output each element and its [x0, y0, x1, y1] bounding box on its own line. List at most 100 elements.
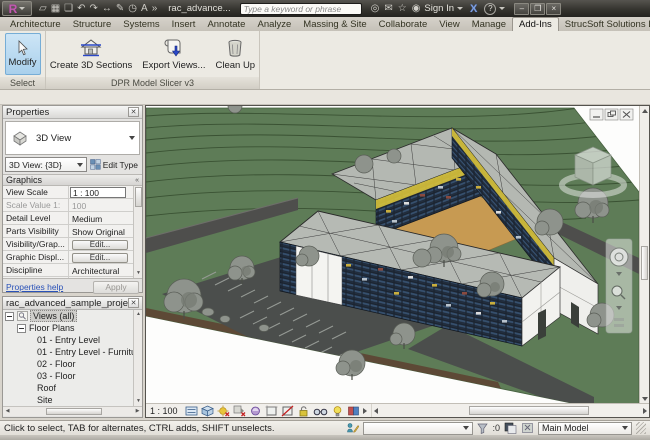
tree-item-entry-level[interactable]: 01 - Entry Level — [3, 334, 133, 346]
viewport-hscroll-thumb[interactable] — [469, 406, 589, 415]
tree-item-02-floor[interactable]: 02 - Floor — [3, 358, 133, 370]
communication-center-icon[interactable]: ✉ — [384, 4, 392, 14]
rendering-dialog-icon[interactable] — [249, 405, 262, 417]
help-caret-icon[interactable] — [499, 7, 505, 10]
scroll-right-icon[interactable] — [643, 408, 647, 414]
search-icon[interactable]: ◎ — [371, 4, 380, 14]
parts-visibility-field[interactable]: Show Original — [69, 225, 133, 237]
search-input[interactable] — [240, 3, 362, 15]
view-scale-field[interactable]: 1 : 100 — [70, 187, 126, 198]
tab-view[interactable]: View — [433, 18, 465, 31]
scroll-up-icon[interactable] — [642, 109, 648, 113]
tree-item-entry-level-furniture[interactable]: 01 - Entry Level - Furnitu... — [3, 346, 133, 358]
browser-hscroll-thumb[interactable] — [46, 408, 102, 415]
viewport-vscroll-thumb[interactable] — [641, 246, 648, 280]
project-browser-header[interactable]: rac_advanced_sample_project.rvt - ... ✕ — [3, 297, 142, 310]
design-options-icon[interactable] — [504, 422, 517, 434]
tab-massing-site[interactable]: Massing & Site — [297, 18, 372, 31]
export-views-button[interactable]: Export Views... — [138, 36, 209, 73]
favorites-icon[interactable]: ☆ — [398, 4, 407, 14]
viewport-hscrollbar[interactable] — [371, 404, 649, 417]
profile-icon[interactable]: ◉ — [412, 4, 421, 14]
view-bar-more-icon[interactable] — [363, 408, 367, 414]
redo-icon[interactable]: ↷ — [90, 4, 98, 14]
tree-item-views-label[interactable]: Views (all) — [30, 310, 77, 322]
collapse-icon[interactable] — [17, 324, 26, 333]
scroll-left-icon[interactable] — [374, 408, 378, 414]
minimize-button[interactable]: – — [514, 3, 529, 15]
tab-architecture[interactable]: Architecture — [4, 18, 67, 31]
tag-icon[interactable]: ✎ — [116, 4, 124, 14]
temporary-hide-icon[interactable] — [313, 405, 328, 417]
type-selector[interactable]: 3D View — [5, 121, 140, 155]
tree-item-site[interactable]: Site — [3, 394, 133, 406]
tab-annotate[interactable]: Annotate — [201, 18, 251, 31]
tab-analyze[interactable]: Analyze — [251, 18, 297, 31]
create-3d-sections-button[interactable]: Create 3D Sections — [46, 36, 136, 73]
type-selector-caret-icon[interactable] — [129, 136, 135, 140]
apply-button[interactable]: Apply — [93, 281, 139, 294]
exchange-apps-icon[interactable]: X — [470, 3, 477, 15]
measure-icon[interactable]: ↔ — [102, 4, 112, 14]
design-option-dropdown[interactable]: Main Model — [538, 422, 632, 435]
scroll-down-icon[interactable]: ▼ — [135, 270, 142, 277]
scroll-right-icon[interactable]: ▶ — [133, 407, 142, 416]
browser-scrollbar[interactable]: ▲ ▼ — [133, 310, 142, 406]
properties-scroll-thumb[interactable] — [135, 187, 142, 207]
discipline-field[interactable]: Architectural — [69, 264, 133, 276]
tab-add-ins[interactable]: Add-Ins — [512, 17, 559, 31]
save-icon[interactable]: ▦ — [51, 4, 60, 14]
qat-overflow-icon[interactable]: » — [152, 4, 158, 14]
show-crop-icon[interactable] — [281, 405, 294, 417]
properties-close-icon[interactable]: ✕ — [128, 107, 139, 117]
edit-type-button[interactable]: Edit Type — [90, 159, 140, 170]
properties-help-link[interactable]: Properties help — [6, 282, 93, 292]
sign-in-caret-icon[interactable] — [457, 7, 463, 10]
tree-item-roof[interactable]: Roof — [3, 382, 133, 394]
print-icon[interactable]: ❏ — [64, 4, 73, 14]
view-instance-dropdown[interactable]: 3D View: {3D} — [5, 157, 87, 172]
active-workset-dropdown[interactable] — [363, 422, 473, 435]
view-scale-button[interactable]: 1 : 100 — [150, 406, 178, 416]
exclude-options-icon[interactable] — [521, 422, 534, 434]
section-collapse-icon[interactable]: « — [135, 177, 139, 184]
viewport-vscrollbar[interactable] — [639, 106, 649, 404]
crop-view-icon[interactable] — [265, 405, 278, 417]
scroll-down-icon[interactable]: ▼ — [135, 398, 142, 405]
tab-manage[interactable]: Manage — [466, 18, 512, 31]
properties-header[interactable]: Properties ✕ — [3, 106, 142, 119]
tab-structure[interactable]: Structure — [67, 18, 118, 31]
undo-icon[interactable]: ↶ — [77, 4, 85, 14]
detail-level-field[interactable]: Medium — [69, 212, 133, 224]
close-button[interactable]: × — [546, 3, 561, 15]
open-icon[interactable]: ▱ — [39, 4, 47, 14]
project-browser-close-icon[interactable]: ✕ — [128, 298, 139, 308]
tab-systems[interactable]: Systems — [117, 18, 165, 31]
dpr-panel-label[interactable]: DPR Model Slicer v3 — [46, 77, 259, 89]
browser-hscrollbar[interactable]: ◀ ▶ — [3, 406, 142, 416]
tab-collaborate[interactable]: Collaborate — [373, 18, 434, 31]
scroll-down-icon[interactable] — [642, 397, 648, 401]
drawing-area[interactable]: 1 : 100 — [145, 105, 650, 418]
schedule-icon[interactable]: ◷ — [128, 4, 137, 14]
select-panel-label[interactable]: Select — [0, 77, 45, 89]
graphics-section-header[interactable]: Graphics « — [3, 174, 142, 186]
tree-item-views[interactable]: Views (all) — [3, 310, 133, 322]
scroll-left-icon[interactable]: ◀ — [3, 407, 12, 416]
resize-grip[interactable] — [636, 422, 646, 434]
properties-scrollbar[interactable]: ▼ — [133, 186, 142, 278]
tab-strucsoft[interactable]: StrucSoft Solutions Ltd. — [559, 18, 650, 31]
scroll-up-icon[interactable]: ▲ — [135, 311, 142, 318]
tree-item-03-floor[interactable]: 03 - Floor — [3, 370, 133, 382]
modify-button[interactable]: Modify — [5, 33, 41, 75]
help-button[interactable]: ? — [484, 3, 496, 15]
unlock-view-icon[interactable] — [297, 405, 310, 417]
sun-path-icon[interactable] — [217, 405, 230, 417]
reveal-hidden-icon[interactable] — [331, 405, 344, 417]
graphic-display-edit-button[interactable]: Edit... — [72, 253, 128, 263]
default-analysis-field[interactable]: None — [69, 277, 133, 278]
shadows-icon[interactable] — [233, 405, 246, 417]
analytical-model-icon[interactable] — [347, 405, 360, 417]
worksets-icon[interactable] — [346, 422, 359, 434]
visibility-edit-button[interactable]: Edit... — [72, 240, 128, 250]
